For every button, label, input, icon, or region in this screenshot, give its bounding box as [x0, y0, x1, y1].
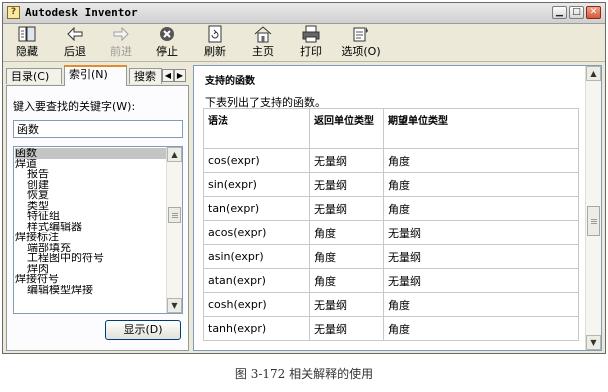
scrollbar-thumb[interactable] [587, 206, 600, 236]
table-row: sin(expr) 无量纲 角度 [203, 172, 579, 197]
column-header-expected-unit: 期望单位类型 [383, 108, 579, 149]
return-unit-cell: 角度 [309, 244, 384, 269]
list-item[interactable]: 焊接符号 [15, 274, 168, 285]
title-bar[interactable]: ? Autodesk Inventor ▁ □ ✕ [3, 3, 605, 24]
print-icon [302, 25, 320, 43]
list-item[interactable]: 焊肉 [15, 264, 168, 275]
return-unit-cell: 无量纲 [309, 148, 384, 173]
expected-unit-cell: 角度 [383, 172, 579, 197]
topic-content: 支持的函数 下表列出了支持的函数。 语法 返回单位类型 期望单位类型 cos(e… [193, 65, 602, 351]
return-unit-cell: 无量纲 [309, 196, 384, 221]
stop-icon [160, 27, 174, 41]
forward-button[interactable]: 前进 [101, 25, 141, 59]
index-panel: 键入要查找的关键字(W): 函数 焊道 报告 创建 恢复 类型 特征组 样式编辑… [6, 85, 189, 351]
expected-unit-cell: 角度 [383, 148, 579, 173]
expected-unit-cell: 角度 [383, 196, 579, 221]
list-item[interactable]: 函数 [15, 148, 168, 159]
refresh-icon [208, 25, 222, 43]
keyword-label: 键入要查找的关键字(W): [13, 100, 136, 113]
column-header-syntax: 语法 [203, 108, 310, 149]
tab-scroll-right-button[interactable]: ▶ [174, 69, 186, 82]
tab-scroll-left-button[interactable]: ◀ [162, 69, 174, 82]
table-row: tanh(expr) 无量纲 角度 [203, 316, 579, 341]
list-item[interactable]: 特征组 [15, 211, 168, 222]
window-title: Autodesk Inventor [25, 6, 138, 19]
list-item[interactable]: 恢复 [15, 190, 168, 201]
back-arrow-icon [67, 26, 83, 42]
functions-table: 语法 返回单位类型 期望单位类型 cos(expr) 无量纲 角度 sin(expr… [203, 108, 579, 341]
syntax-cell: tan(expr) [203, 196, 310, 221]
figure-caption: 图 3-172 相关解释的使用 [234, 367, 374, 381]
return-unit-cell: 角度 [309, 268, 384, 293]
syntax-cell: acos(expr) [203, 220, 310, 245]
return-unit-cell: 无量纲 [309, 172, 384, 197]
list-item[interactable]: 类型 [15, 201, 168, 212]
column-header-return-unit: 返回单位类型 [309, 108, 384, 149]
syntax-cell: sin(expr) [203, 172, 310, 197]
help-window: ? Autodesk Inventor ▁ □ ✕ 隐藏 后退 前进 停止 刷新 [2, 2, 606, 354]
content-scrollbar[interactable]: ▲ ▼ [585, 66, 601, 350]
display-button[interactable]: 显示(D) [105, 320, 181, 340]
table-row: cosh(expr) 无量纲 角度 [203, 292, 579, 317]
hide-icon [18, 26, 36, 42]
home-button[interactable]: 主页 [243, 25, 283, 59]
print-button[interactable]: 打印 [291, 25, 331, 59]
expected-unit-cell: 角度 [383, 316, 579, 341]
syntax-cell: cos(expr) [203, 148, 310, 173]
table-row: cos(expr) 无量纲 角度 [203, 148, 579, 173]
hide-button[interactable]: 隐藏 [7, 25, 47, 59]
navigation-pane: 目录(C) 索引(N) 搜索 ◀ ▶ 键入要查找的关键字(W): 函数 焊道 报… [6, 65, 189, 351]
list-item[interactable]: 端部填充 [15, 243, 168, 254]
help-book-icon: ? [7, 6, 20, 19]
table-row: asin(expr) 角度 无量纲 [203, 244, 579, 269]
minimize-button[interactable]: ▁ [552, 6, 567, 19]
forward-arrow-icon [113, 26, 129, 42]
tab-index[interactable]: 索引(N) [64, 65, 127, 86]
syntax-cell: tanh(expr) [203, 316, 310, 341]
index-list-scrollbar[interactable]: ▲ ▼ [166, 147, 182, 313]
expected-unit-cell: 无量纲 [383, 268, 579, 293]
scroll-down-arrow-icon[interactable]: ▼ [586, 335, 601, 350]
maximize-button[interactable]: □ [569, 6, 584, 19]
syntax-cell: asin(expr) [203, 244, 310, 269]
tab-search[interactable]: 搜索 [129, 68, 162, 84]
stop-button[interactable]: 停止 [147, 25, 187, 59]
list-item[interactable]: 焊接标注 [15, 232, 168, 243]
list-item[interactable]: 工程图中的符号 [15, 253, 168, 264]
home-icon [254, 26, 272, 43]
table-row: tan(expr) 无量纲 角度 [203, 196, 579, 221]
syntax-cell: cosh(expr) [203, 292, 310, 317]
topic-title: 支持的函数 [205, 76, 255, 87]
return-unit-cell: 无量纲 [309, 292, 384, 317]
return-unit-cell: 无量纲 [309, 316, 384, 341]
options-button[interactable]: 选项(O) [337, 25, 385, 59]
scroll-up-arrow-icon[interactable]: ▲ [586, 66, 601, 81]
return-unit-cell: 角度 [309, 220, 384, 245]
expected-unit-cell: 无量纲 [383, 220, 579, 245]
scrollbar-thumb[interactable] [168, 207, 181, 223]
list-item[interactable]: 报告 [15, 169, 168, 180]
back-button[interactable]: 后退 [55, 25, 95, 59]
table-header-row: 语法 返回单位类型 期望单位类型 [203, 108, 579, 149]
table-row: acos(expr) 角度 无量纲 [203, 220, 579, 245]
tab-contents[interactable]: 目录(C) [6, 68, 62, 84]
scroll-down-arrow-icon[interactable]: ▼ [167, 298, 182, 313]
scroll-up-arrow-icon[interactable]: ▲ [167, 147, 182, 162]
list-item[interactable]: 创建 [15, 180, 168, 191]
list-item[interactable]: 焊道 [15, 159, 168, 170]
expected-unit-cell: 角度 [383, 292, 579, 317]
toolbar: 隐藏 后退 前进 停止 刷新 主页 打印 选项(O) [3, 23, 605, 62]
options-icon [353, 27, 368, 42]
expected-unit-cell: 无量纲 [383, 244, 579, 269]
list-item[interactable]: 样式编辑器 [15, 222, 168, 233]
syntax-cell: atan(expr) [203, 268, 310, 293]
list-item[interactable]: 编辑模型焊接 [15, 285, 168, 296]
refresh-button[interactable]: 刷新 [195, 25, 235, 59]
table-row: atan(expr) 角度 无量纲 [203, 268, 579, 293]
close-button[interactable]: ✕ [586, 6, 601, 19]
index-list[interactable]: 函数 焊道 报告 创建 恢复 类型 特征组 样式编辑器 焊接标注 端部填充 工程… [13, 146, 183, 314]
keyword-input[interactable] [13, 120, 183, 138]
